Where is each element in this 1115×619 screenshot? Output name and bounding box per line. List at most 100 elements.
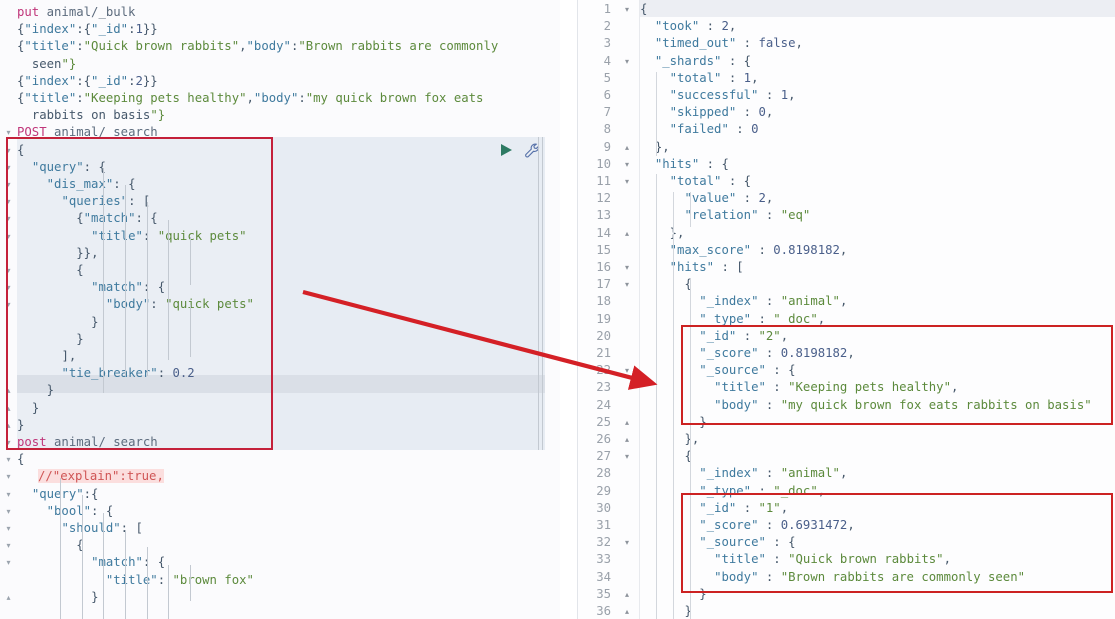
response-code-line[interactable]: "body" : "Brown rabbits are commonly see… xyxy=(640,569,1025,586)
fold-open-icon[interactable]: ▾ xyxy=(622,276,632,293)
code-line[interactable]: { xyxy=(17,262,84,279)
fold-open-icon[interactable]: ▾ xyxy=(622,259,632,276)
code-line[interactable]: "bool": { xyxy=(17,503,113,520)
response-code-line[interactable]: "_id" : "1", xyxy=(640,500,788,517)
response-code-line[interactable]: "_index" : "animal", xyxy=(640,465,847,482)
code-line[interactable]: } xyxy=(17,417,24,434)
response-code-line[interactable]: }, xyxy=(640,139,670,156)
fold-open-icon[interactable]: ▾ xyxy=(4,266,13,275)
fold-open-icon[interactable]: ▾ xyxy=(4,128,13,137)
fold-open-icon[interactable]: ▾ xyxy=(4,300,13,309)
response-code-line[interactable]: "_type" : "_doc", xyxy=(640,311,825,328)
code-line[interactable]: {"index":{"_id":1}} xyxy=(17,21,158,38)
fold-open-icon[interactable]: ▾ xyxy=(622,448,632,465)
fold-close-icon[interactable]: ▴ xyxy=(622,431,632,448)
fold-close-icon[interactable]: ▴ xyxy=(4,421,13,430)
code-line[interactable]: "query": { xyxy=(17,159,106,176)
fold-open-icon[interactable]: ▾ xyxy=(4,146,13,155)
fold-open-icon[interactable]: ▾ xyxy=(4,214,13,223)
fold-open-icon[interactable]: ▾ xyxy=(622,156,632,173)
response-code-line[interactable]: "_source" : { xyxy=(640,362,796,379)
response-code-line[interactable]: "_index" : "animal", xyxy=(640,293,847,310)
response-code-area[interactable]: { "took" : 2, "timed_out" : false, "_sha… xyxy=(640,0,1115,619)
pane-divider[interactable] xyxy=(560,0,578,619)
code-line[interactable]: "queries": [ xyxy=(17,193,150,210)
response-gutter[interactable]: 1▾234▾56789▴10▾11▾121314▴1516▾17▾1819202… xyxy=(578,0,639,619)
code-line[interactable]: } xyxy=(17,314,98,331)
code-line[interactable]: "title": "brown fox" xyxy=(17,572,254,589)
code-line[interactable]: rabbits on basis"} xyxy=(17,107,165,124)
response-code-line[interactable]: "title" : "Quick brown rabbits", xyxy=(640,551,951,568)
fold-open-icon[interactable]: ▾ xyxy=(4,558,13,567)
fold-open-icon[interactable]: ▾ xyxy=(622,53,632,70)
response-code-line[interactable]: { xyxy=(640,276,692,293)
fold-open-icon[interactable]: ▾ xyxy=(4,524,13,533)
fold-close-icon[interactable]: ▴ xyxy=(622,139,632,156)
response-code-line[interactable]: { xyxy=(640,448,692,465)
response-code-line[interactable]: "max_score" : 0.8198182, xyxy=(640,242,847,259)
response-code-line[interactable]: "_id" : "2", xyxy=(640,328,788,345)
fold-open-icon[interactable]: ▾ xyxy=(622,534,632,551)
response-code-line[interactable]: "successful" : 1, xyxy=(640,87,796,104)
fold-close-icon[interactable]: ▴ xyxy=(4,404,13,413)
fold-close-icon[interactable]: ▴ xyxy=(622,225,632,242)
fold-open-icon[interactable]: ▾ xyxy=(4,541,13,550)
fold-open-icon[interactable]: ▾ xyxy=(4,180,13,189)
response-code-line[interactable]: "_shards" : { xyxy=(640,53,751,70)
editor-code-area[interactable]: put animal/_bulk{"index":{"_id":1}}{"tit… xyxy=(17,0,560,619)
editor-gutter[interactable]: ▾▾▾▾▾▾▾▾▾▾▾▾▾▾▾▾▾▾▴▴▴▴ xyxy=(0,0,17,619)
fold-open-icon[interactable]: ▾ xyxy=(4,283,13,292)
fold-open-icon[interactable]: ▾ xyxy=(622,362,632,379)
request-method-line[interactable]: POST animal/_search xyxy=(17,124,158,141)
response-viewer-pane[interactable]: 1▾234▾56789▴10▾11▾121314▴1516▾17▾1819202… xyxy=(578,0,1115,619)
code-line[interactable]: "tie_breaker": 0.2 xyxy=(17,365,195,382)
code-line[interactable]: "query":{ xyxy=(17,486,98,503)
fold-open-icon[interactable]: ▾ xyxy=(4,438,13,447)
fold-close-icon[interactable]: ▴ xyxy=(622,603,632,619)
response-code-line[interactable]: "_type" : "_doc", xyxy=(640,483,825,500)
code-line[interactable]: } xyxy=(17,382,54,399)
code-line[interactable]: "title": "quick pets" xyxy=(17,228,247,245)
response-code-line[interactable]: }, xyxy=(640,225,684,242)
response-code-line[interactable]: "timed_out" : false, xyxy=(640,35,803,52)
code-line[interactable]: "match": { xyxy=(17,279,165,296)
code-comment-line[interactable]: //"explain":true, xyxy=(17,468,164,485)
fold-close-icon[interactable]: ▴ xyxy=(4,593,13,602)
request-method-line[interactable]: post animal/_search xyxy=(17,434,158,451)
request-editor-pane[interactable]: ▾▾▾▾▾▾▾▾▾▾▾▾▾▾▾▾▾▾▴▴▴▴ put animal/_bulk{… xyxy=(0,0,560,619)
code-line[interactable]: {"index":{"_id":2}} xyxy=(17,73,158,90)
code-line[interactable]: }}, xyxy=(17,245,98,262)
code-line[interactable]: "dis_max": { xyxy=(17,176,135,193)
run-request-button[interactable] xyxy=(498,142,514,158)
code-line[interactable]: seen"} xyxy=(17,56,76,73)
code-line[interactable]: } xyxy=(17,400,39,417)
response-code-line[interactable]: { xyxy=(640,1,647,18)
fold-open-icon[interactable]: ▾ xyxy=(4,455,13,464)
fold-close-icon[interactable]: ▴ xyxy=(622,414,632,431)
fold-open-icon[interactable]: ▾ xyxy=(4,472,13,481)
request-method-line[interactable]: put animal/_bulk xyxy=(17,4,135,21)
code-line[interactable]: } xyxy=(17,589,98,606)
response-code-line[interactable]: "relation" : "eq" xyxy=(640,207,810,224)
fold-open-icon[interactable]: ▾ xyxy=(4,163,13,172)
fold-open-icon[interactable]: ▾ xyxy=(4,197,13,206)
code-line[interactable]: "should": [ xyxy=(17,520,143,537)
response-code-line[interactable]: "total" : 1, xyxy=(640,70,758,87)
code-line[interactable]: ], xyxy=(17,348,76,365)
response-code-line[interactable]: "hits" : { xyxy=(640,156,729,173)
code-line[interactable]: {"title":"Quick brown rabbits","body":"B… xyxy=(17,38,498,55)
response-code-line[interactable]: "skipped" : 0, xyxy=(640,104,773,121)
response-code-line[interactable]: "title" : "Keeping pets healthy", xyxy=(640,379,958,396)
response-code-line[interactable]: "body" : "my quick brown fox eats rabbit… xyxy=(640,397,1092,414)
code-line[interactable]: { xyxy=(17,142,24,159)
code-line[interactable]: {"match": { xyxy=(17,210,158,227)
response-code-line[interactable]: "_source" : { xyxy=(640,534,796,551)
response-code-line[interactable]: } xyxy=(640,603,692,619)
code-line[interactable]: "body": "quick pets" xyxy=(17,296,254,313)
request-options-button[interactable] xyxy=(524,142,542,160)
fold-close-icon[interactable]: ▴ xyxy=(622,586,632,603)
code-line[interactable]: "match": { xyxy=(17,554,165,571)
response-code-line[interactable]: "value" : 2, xyxy=(640,190,773,207)
fold-open-icon[interactable]: ▾ xyxy=(4,507,13,516)
fold-open-icon[interactable]: ▾ xyxy=(4,232,13,241)
